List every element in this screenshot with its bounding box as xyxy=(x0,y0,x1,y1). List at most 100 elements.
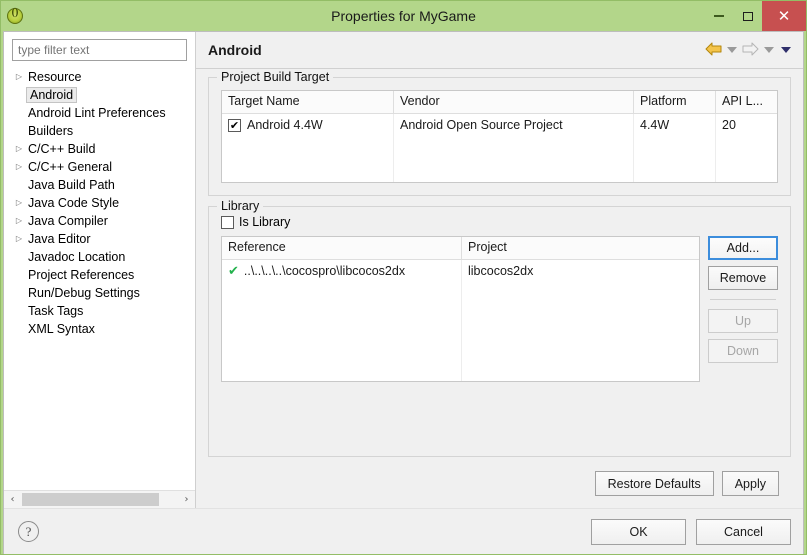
preferences-tree[interactable]: ▷ Resource ▷ Android ▷ Android Lint Pref… xyxy=(4,66,195,490)
sidebar-item-label: Android xyxy=(26,87,78,103)
column-header-reference[interactable]: Reference xyxy=(222,237,462,259)
cancel-button[interactable]: Cancel xyxy=(696,518,791,545)
cell-vendor: Android Open Source Project xyxy=(394,114,634,136)
move-down-button[interactable]: Down xyxy=(708,339,778,363)
sidebar-item-label: Javadoc Location xyxy=(28,250,126,264)
build-target-table[interactable]: Target Name Vendor Platform API L... ✔ A… xyxy=(221,90,778,183)
column-header-target-name[interactable]: Target Name xyxy=(222,91,394,113)
sidebar-item-label: C/C++ Build xyxy=(28,142,96,156)
build-target-table-header: Target Name Vendor Platform API L... xyxy=(222,91,777,114)
apply-row: Restore Defaults Apply xyxy=(208,467,791,504)
empty-cell xyxy=(462,282,699,381)
is-library-checkbox-row[interactable]: Is Library xyxy=(221,215,778,229)
apply-button[interactable]: Apply xyxy=(721,471,779,496)
build-target-empty-area xyxy=(222,136,777,182)
sidebar-item-label: Java Build Path xyxy=(28,178,115,192)
restore-defaults-button[interactable]: Restore Defaults xyxy=(594,471,714,496)
sidebar-item-label: Project References xyxy=(28,268,135,282)
title-bar: Properties for MyGame ✕ xyxy=(1,1,806,31)
maximize-button[interactable] xyxy=(733,1,762,31)
cell-reference-text: ..\..\..\..\cocospro\libcocos2dx xyxy=(243,264,406,278)
android-settings-page: Android Project Build Target Target Name… xyxy=(196,32,803,508)
project-build-target-group: Project Build Target Target Name Vendor … xyxy=(208,70,791,196)
sidebar-item-label: Builders xyxy=(28,124,74,138)
sidebar-item-xml-syntax[interactable]: ▷ XML Syntax xyxy=(4,320,195,338)
column-header-vendor[interactable]: Vendor xyxy=(394,91,634,113)
column-header-api-level[interactable]: API L... xyxy=(716,91,777,113)
sidebar-item-android-lint-preferences[interactable]: ▷ Android Lint Preferences xyxy=(4,104,195,122)
sidebar-item-java-editor[interactable]: ▷ Java Editor xyxy=(4,230,195,248)
back-history-chevron-down-icon[interactable] xyxy=(727,47,737,53)
footer-buttons: OK Cancel xyxy=(591,518,791,545)
column-header-project[interactable]: Project xyxy=(462,237,699,259)
reference-ok-check-icon: ✔ xyxy=(228,263,239,279)
help-icon[interactable]: ? xyxy=(18,521,39,542)
sidebar-item-java-build-path[interactable]: ▷ Java Build Path xyxy=(4,176,195,194)
filter-input[interactable] xyxy=(12,39,187,61)
page-menu-chevron-down-icon[interactable] xyxy=(781,47,791,53)
scrollbar-thumb[interactable] xyxy=(22,493,159,506)
eclipse-icon xyxy=(7,7,23,24)
sidebar-item-run-debug-settings[interactable]: ▷ Run/Debug Settings xyxy=(4,284,195,302)
sidebar-item-label: Java Compiler xyxy=(28,214,108,228)
empty-cell xyxy=(634,136,716,182)
sidebar-item-label: Resource xyxy=(28,70,82,84)
main-row: ▷ Resource ▷ Android ▷ Android Lint Pref… xyxy=(4,32,803,508)
sidebar-item-label: Java Editor xyxy=(28,232,91,246)
cell-project: libcocos2dx xyxy=(468,264,534,278)
cell-target-name[interactable]: ✔ Android 4.4W xyxy=(222,114,394,136)
sidebar-item-javadoc-location[interactable]: ▷ Javadoc Location xyxy=(4,248,195,266)
library-reference-table[interactable]: Reference Project ✔ ..\..\..\..\cocospro… xyxy=(221,236,700,382)
add-button[interactable]: Add... xyxy=(708,236,778,260)
empty-cell xyxy=(394,136,634,182)
chevron-right-icon[interactable]: ▷ xyxy=(12,217,26,225)
table-row[interactable]: ✔ ..\..\..\..\cocospro\libcocos2dx libco… xyxy=(222,260,699,282)
sidebar-item-project-references[interactable]: ▷ Project References xyxy=(4,266,195,284)
empty-cell xyxy=(716,136,777,182)
sidebar-item-java-code-style[interactable]: ▷ Java Code Style xyxy=(4,194,195,212)
filter-wrapper xyxy=(4,32,195,66)
sidebar-item-label: XML Syntax xyxy=(28,322,95,336)
empty-cell xyxy=(222,282,462,381)
forward-arrow-icon xyxy=(742,42,759,59)
table-row[interactable]: ✔ Android 4.4W Android Open Source Proje… xyxy=(222,114,777,136)
is-library-label: Is Library xyxy=(239,215,291,229)
window-title: Properties for MyGame xyxy=(331,8,476,24)
sidebar-item-cpp-general[interactable]: ▷ C/C++ General xyxy=(4,158,195,176)
chevron-right-icon[interactable]: ▷ xyxy=(12,163,26,171)
sidebar-item-builders[interactable]: ▷ Builders xyxy=(4,122,195,140)
cell-platform: 4.4W xyxy=(634,114,716,136)
sidebar-horizontal-scrollbar[interactable]: ‹ › xyxy=(4,490,195,508)
chevron-right-icon[interactable]: ▷ xyxy=(12,199,26,207)
column-header-platform[interactable]: Platform xyxy=(634,91,716,113)
sidebar-item-resource[interactable]: ▷ Resource xyxy=(4,68,195,86)
chevron-right-icon[interactable]: ▷ xyxy=(12,73,26,81)
sidebar-item-java-compiler[interactable]: ▷ Java Compiler xyxy=(4,212,195,230)
is-library-checkbox[interactable] xyxy=(221,215,234,229)
cell-target-name-text: Android 4.4W xyxy=(247,118,323,132)
window-controls: ✕ xyxy=(704,1,806,31)
scroll-right-icon[interactable]: › xyxy=(178,491,195,508)
chevron-right-icon[interactable]: ▷ xyxy=(12,145,26,153)
minimize-button[interactable] xyxy=(704,1,733,31)
ok-button[interactable]: OK xyxy=(591,518,686,545)
close-button[interactable]: ✕ xyxy=(762,1,806,31)
dialog-footer: ? OK Cancel xyxy=(4,508,803,554)
back-arrow-icon[interactable] xyxy=(705,42,722,59)
remove-button[interactable]: Remove xyxy=(708,266,778,290)
forward-history-chevron-down-icon xyxy=(764,47,774,53)
library-table-header: Reference Project xyxy=(222,237,699,260)
library-references-row: Reference Project ✔ ..\..\..\..\cocospro… xyxy=(221,236,778,444)
cell-api-level: 20 xyxy=(722,118,736,132)
sidebar-item-cpp-build[interactable]: ▷ C/C++ Build xyxy=(4,140,195,158)
cell-reference[interactable]: ✔ ..\..\..\..\cocospro\libcocos2dx xyxy=(222,260,462,282)
move-up-button[interactable]: Up xyxy=(708,309,778,333)
chevron-right-icon[interactable]: ▷ xyxy=(12,235,26,243)
sidebar-item-label: C/C++ General xyxy=(28,160,113,174)
sidebar-item-android[interactable]: ▷ Android xyxy=(4,86,195,104)
sidebar-item-task-tags[interactable]: ▷ Task Tags xyxy=(4,302,195,320)
library-buttons: Add... Remove Up Down xyxy=(708,236,778,363)
target-checkbox[interactable]: ✔ xyxy=(228,118,241,132)
scroll-left-icon[interactable]: ‹ xyxy=(4,491,21,508)
navigation-icons xyxy=(705,42,793,59)
